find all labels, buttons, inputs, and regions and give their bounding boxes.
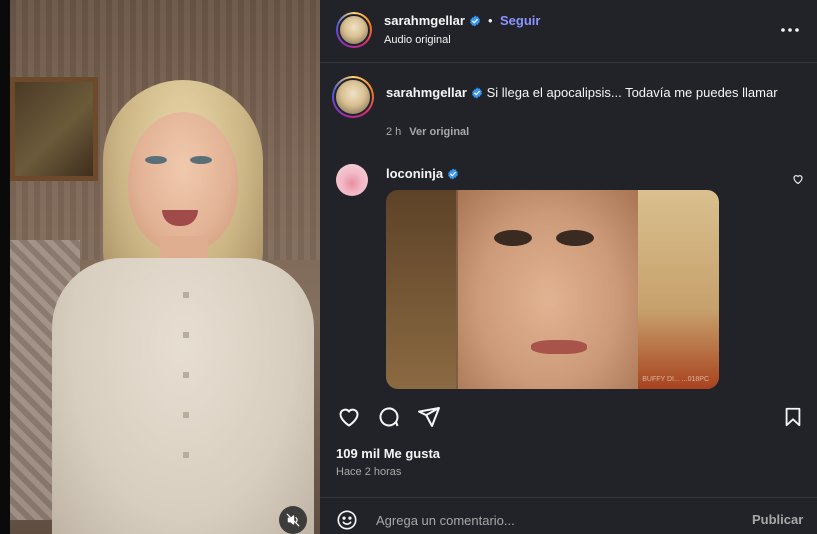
follow-button[interactable]: Seguir (500, 13, 540, 28)
comment-input[interactable] (376, 508, 736, 532)
heart-icon (793, 175, 803, 185)
header-divider (320, 62, 817, 63)
video-letterbox (0, 0, 10, 534)
like-button[interactable] (336, 404, 362, 430)
commenter-username[interactable]: loconinja (386, 166, 443, 181)
post-sidebar: sarahmgellar • Seguir Audio original sar… (320, 0, 817, 534)
separator-dot: • (488, 13, 493, 28)
wall-painting (10, 77, 98, 181)
comment-button[interactable] (376, 404, 402, 430)
caption-author-avatar[interactable] (332, 76, 374, 118)
gif-watermark: BUFFY DI... ...018PC (642, 376, 709, 383)
caption-username[interactable]: sarahmgellar (386, 85, 467, 100)
caption-text: Si llega el apocalipsis... Todavía me pu… (486, 85, 778, 100)
caption-meta: 2 h Ver original (386, 126, 469, 138)
commenter-avatar[interactable] (336, 164, 368, 196)
audio-link[interactable]: Audio original (384, 34, 451, 46)
muted-speaker-icon (286, 513, 300, 527)
author-avatar[interactable] (336, 12, 372, 48)
share-button[interactable] (416, 404, 442, 430)
emoji-button[interactable] (335, 508, 359, 532)
more-options-button[interactable] (777, 22, 803, 38)
verified-badge-icon (469, 15, 480, 27)
post-caption: sarahmgellar Si llega el apocalipsis... … (386, 84, 786, 102)
heart-icon (339, 408, 359, 427)
post-actions (336, 404, 806, 430)
verified-badge-icon (471, 87, 482, 99)
verified-badge-icon (448, 168, 459, 180)
more-options-icon (781, 28, 799, 32)
caption-timestamp[interactable]: 2 h (386, 126, 401, 138)
publish-button[interactable]: Publicar (752, 512, 803, 527)
save-button[interactable] (780, 404, 806, 430)
comment-like-button[interactable] (792, 172, 804, 190)
person-face (128, 112, 238, 252)
comment-bubble-icon (379, 407, 399, 427)
author-username[interactable]: sarahmgellar (384, 13, 465, 28)
post-time[interactable]: Hace 2 horas (336, 466, 401, 478)
comment-gif[interactable]: BUFFY DI... ...018PC (386, 190, 719, 389)
post-video[interactable] (0, 0, 320, 534)
gif-face (458, 190, 638, 389)
bookmark-icon (785, 407, 801, 427)
composer-divider (320, 497, 817, 498)
mute-toggle-button[interactable] (279, 506, 307, 534)
paper-plane-icon (418, 407, 440, 427)
emoji-icon (337, 510, 357, 530)
like-count[interactable]: 109 mil Me gusta (336, 446, 440, 461)
see-original-link[interactable]: Ver original (409, 126, 469, 138)
